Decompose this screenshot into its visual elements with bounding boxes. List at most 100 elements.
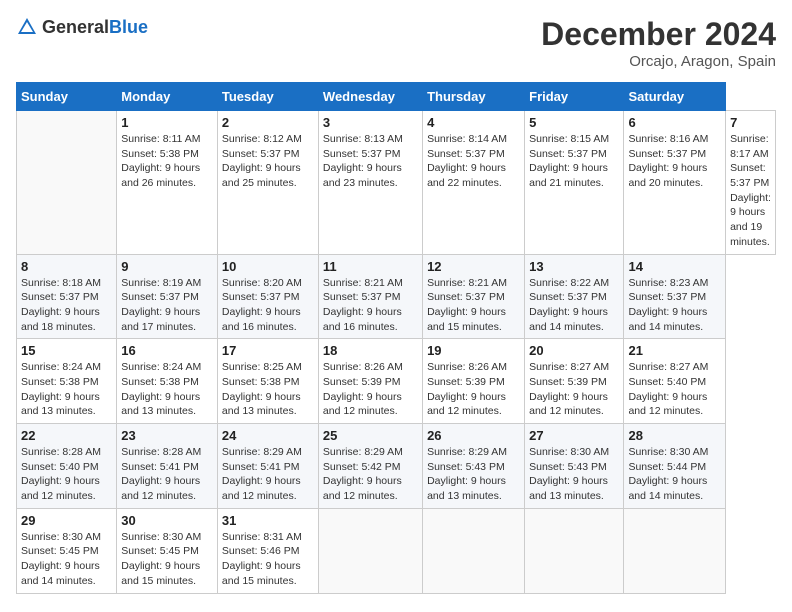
calendar-cell: 10 Sunrise: 8:20 AM Sunset: 5:37 PM Dayl… — [217, 254, 318, 339]
day-info: Sunrise: 8:30 AM Sunset: 5:43 PM Dayligh… — [529, 445, 619, 504]
calendar-week-row: 29 Sunrise: 8:30 AM Sunset: 5:45 PM Dayl… — [17, 508, 776, 593]
day-number: 12 — [427, 259, 520, 274]
calendar-cell: 15 Sunrise: 8:24 AM Sunset: 5:38 PM Dayl… — [17, 339, 117, 424]
calendar-cell: 11 Sunrise: 8:21 AM Sunset: 5:37 PM Dayl… — [318, 254, 422, 339]
day-number: 2 — [222, 115, 314, 130]
calendar-cell: 19 Sunrise: 8:26 AM Sunset: 5:39 PM Dayl… — [423, 339, 525, 424]
page-header: GeneralBlue December 2024 Orcajo, Aragon… — [16, 16, 776, 70]
weekday-header: Thursday — [423, 83, 525, 111]
day-info: Sunrise: 8:27 AM Sunset: 5:39 PM Dayligh… — [529, 360, 619, 419]
day-number: 7 — [730, 115, 771, 130]
day-info: Sunrise: 8:29 AM Sunset: 5:42 PM Dayligh… — [323, 445, 418, 504]
calendar-cell — [318, 508, 422, 593]
day-number: 18 — [323, 343, 418, 358]
calendar-cell — [624, 508, 726, 593]
calendar-cell: 13 Sunrise: 8:22 AM Sunset: 5:37 PM Dayl… — [525, 254, 624, 339]
day-number: 16 — [121, 343, 213, 358]
day-number: 6 — [628, 115, 721, 130]
logo-icon — [16, 16, 38, 38]
calendar-cell — [17, 111, 117, 255]
day-info: Sunrise: 8:15 AM Sunset: 5:37 PM Dayligh… — [529, 132, 619, 191]
calendar-cell: 17 Sunrise: 8:25 AM Sunset: 5:38 PM Dayl… — [217, 339, 318, 424]
day-info: Sunrise: 8:30 AM Sunset: 5:45 PM Dayligh… — [21, 530, 112, 589]
day-number: 26 — [427, 428, 520, 443]
day-info: Sunrise: 8:26 AM Sunset: 5:39 PM Dayligh… — [323, 360, 418, 419]
day-number: 30 — [121, 513, 213, 528]
day-number: 20 — [529, 343, 619, 358]
calendar-cell: 20 Sunrise: 8:27 AM Sunset: 5:39 PM Dayl… — [525, 339, 624, 424]
day-info: Sunrise: 8:19 AM Sunset: 5:37 PM Dayligh… — [121, 276, 213, 335]
calendar-cell: 16 Sunrise: 8:24 AM Sunset: 5:38 PM Dayl… — [117, 339, 218, 424]
day-number: 10 — [222, 259, 314, 274]
calendar-cell: 26 Sunrise: 8:29 AM Sunset: 5:43 PM Dayl… — [423, 424, 525, 509]
day-info: Sunrise: 8:28 AM Sunset: 5:40 PM Dayligh… — [21, 445, 112, 504]
day-info: Sunrise: 8:30 AM Sunset: 5:44 PM Dayligh… — [628, 445, 721, 504]
day-info: Sunrise: 8:24 AM Sunset: 5:38 PM Dayligh… — [121, 360, 213, 419]
day-number: 3 — [323, 115, 418, 130]
day-number: 9 — [121, 259, 213, 274]
day-number: 21 — [628, 343, 721, 358]
day-number: 23 — [121, 428, 213, 443]
calendar-cell: 6 Sunrise: 8:16 AM Sunset: 5:37 PM Dayli… — [624, 111, 726, 255]
day-info: Sunrise: 8:31 AM Sunset: 5:46 PM Dayligh… — [222, 530, 314, 589]
calendar-cell: 23 Sunrise: 8:28 AM Sunset: 5:41 PM Dayl… — [117, 424, 218, 509]
calendar-cell: 22 Sunrise: 8:28 AM Sunset: 5:40 PM Dayl… — [17, 424, 117, 509]
day-number: 19 — [427, 343, 520, 358]
calendar-cell: 12 Sunrise: 8:21 AM Sunset: 5:37 PM Dayl… — [423, 254, 525, 339]
logo-text-general: General — [42, 17, 109, 37]
calendar-cell: 5 Sunrise: 8:15 AM Sunset: 5:37 PM Dayli… — [525, 111, 624, 255]
day-info: Sunrise: 8:14 AM Sunset: 5:37 PM Dayligh… — [427, 132, 520, 191]
calendar-cell: 1 Sunrise: 8:11 AM Sunset: 5:38 PM Dayli… — [117, 111, 218, 255]
logo-text-blue: Blue — [109, 17, 148, 37]
day-info: Sunrise: 8:20 AM Sunset: 5:37 PM Dayligh… — [222, 276, 314, 335]
weekday-header-row: SundayMondayTuesdayWednesdayThursdayFrid… — [17, 83, 776, 111]
calendar-cell: 25 Sunrise: 8:29 AM Sunset: 5:42 PM Dayl… — [318, 424, 422, 509]
calendar-cell: 18 Sunrise: 8:26 AM Sunset: 5:39 PM Dayl… — [318, 339, 422, 424]
day-info: Sunrise: 8:26 AM Sunset: 5:39 PM Dayligh… — [427, 360, 520, 419]
calendar-cell — [423, 508, 525, 593]
calendar-cell: 8 Sunrise: 8:18 AM Sunset: 5:37 PM Dayli… — [17, 254, 117, 339]
calendar-cell: 9 Sunrise: 8:19 AM Sunset: 5:37 PM Dayli… — [117, 254, 218, 339]
day-number: 13 — [529, 259, 619, 274]
weekday-header: Tuesday — [217, 83, 318, 111]
day-number: 15 — [21, 343, 112, 358]
calendar-week-row: 15 Sunrise: 8:24 AM Sunset: 5:38 PM Dayl… — [17, 339, 776, 424]
day-number: 5 — [529, 115, 619, 130]
day-info: Sunrise: 8:16 AM Sunset: 5:37 PM Dayligh… — [628, 132, 721, 191]
calendar-cell: 31 Sunrise: 8:31 AM Sunset: 5:46 PM Dayl… — [217, 508, 318, 593]
calendar-cell: 4 Sunrise: 8:14 AM Sunset: 5:37 PM Dayli… — [423, 111, 525, 255]
day-info: Sunrise: 8:22 AM Sunset: 5:37 PM Dayligh… — [529, 276, 619, 335]
day-info: Sunrise: 8:23 AM Sunset: 5:37 PM Dayligh… — [628, 276, 721, 335]
day-number: 28 — [628, 428, 721, 443]
day-info: Sunrise: 8:11 AM Sunset: 5:38 PM Dayligh… — [121, 132, 213, 191]
day-number: 1 — [121, 115, 213, 130]
calendar-cell: 30 Sunrise: 8:30 AM Sunset: 5:45 PM Dayl… — [117, 508, 218, 593]
weekday-header: Sunday — [17, 83, 117, 111]
day-number: 25 — [323, 428, 418, 443]
calendar-cell: 2 Sunrise: 8:12 AM Sunset: 5:37 PM Dayli… — [217, 111, 318, 255]
calendar-cell — [525, 508, 624, 593]
day-number: 17 — [222, 343, 314, 358]
day-number: 27 — [529, 428, 619, 443]
day-number: 29 — [21, 513, 112, 528]
calendar-table: SundayMondayTuesdayWednesdayThursdayFrid… — [16, 82, 776, 594]
day-info: Sunrise: 8:25 AM Sunset: 5:38 PM Dayligh… — [222, 360, 314, 419]
day-number: 24 — [222, 428, 314, 443]
calendar-cell: 7 Sunrise: 8:17 AM Sunset: 5:37 PM Dayli… — [726, 111, 776, 255]
day-info: Sunrise: 8:13 AM Sunset: 5:37 PM Dayligh… — [323, 132, 418, 191]
title-block: December 2024 Orcajo, Aragon, Spain — [541, 16, 776, 70]
day-info: Sunrise: 8:29 AM Sunset: 5:41 PM Dayligh… — [222, 445, 314, 504]
calendar-week-row: 1 Sunrise: 8:11 AM Sunset: 5:38 PM Dayli… — [17, 111, 776, 255]
logo: GeneralBlue — [16, 16, 148, 38]
day-info: Sunrise: 8:30 AM Sunset: 5:45 PM Dayligh… — [121, 530, 213, 589]
day-number: 4 — [427, 115, 520, 130]
location-title: Orcajo, Aragon, Spain — [541, 53, 776, 70]
weekday-header: Monday — [117, 83, 218, 111]
day-number: 31 — [222, 513, 314, 528]
weekday-header: Saturday — [624, 83, 726, 111]
day-info: Sunrise: 8:28 AM Sunset: 5:41 PM Dayligh… — [121, 445, 213, 504]
day-number: 11 — [323, 259, 418, 274]
calendar-cell: 24 Sunrise: 8:29 AM Sunset: 5:41 PM Dayl… — [217, 424, 318, 509]
calendar-cell: 28 Sunrise: 8:30 AM Sunset: 5:44 PM Dayl… — [624, 424, 726, 509]
month-title: December 2024 — [541, 16, 776, 53]
